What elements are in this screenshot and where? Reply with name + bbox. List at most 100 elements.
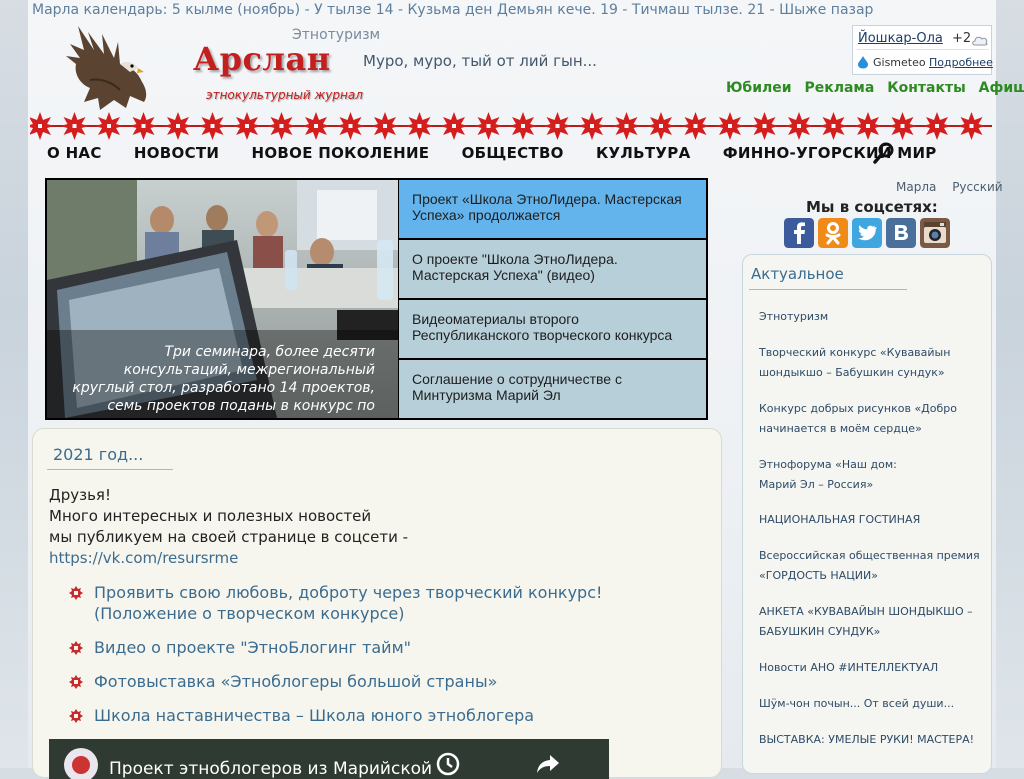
video-title: Проект этноблогеров из Марийской [109,759,433,779]
ornament-motif-center [383,124,387,128]
ornament-bullet-icon [69,675,83,689]
ornament-motif-center [555,124,560,128]
nav-finno-ugric[interactable]: ФИННО-УГОРСКИЙ МИР [723,144,937,162]
eagle-logo-icon[interactable] [60,20,152,114]
news-panel: 2021 год... Друзья! Много интересных и п… [32,428,722,779]
ornament-motif-center [797,124,801,128]
news-title[interactable]: 2021 год... [53,445,143,464]
actual-item[interactable]: Этнофорума «Наш дом: Марий Эл – Россия» [759,455,919,495]
slider-list: Проект «Школа ЭтноЛидера. Мастерская Усп… [398,180,706,418]
actual-item[interactable]: НАЦИОНАЛЬНАЯ ГОСТИНАЯ [759,510,985,530]
ornament-divider [30,112,992,140]
news-link[interactable]: (Положение о творческом конкурсе) [94,603,654,624]
top-links: Юбилеи Реклама Контакты Афиша [726,80,1024,96]
slider-item[interactable]: Проект «Школа ЭтноЛидера. Мастерская Усп… [398,180,706,239]
ornament-motif-center [348,124,353,128]
title-underline [749,289,907,290]
language-switch: Марла Русский [896,180,1015,194]
logo-subtitle: этнокультурный журнал [206,88,363,102]
slider-item[interactable]: О проекте "Школа ЭтноЛидера. Мастерская … [398,240,706,299]
title-underline [47,469,173,470]
news-intro-line: мы публикуем на своей странице в соцсети… [49,528,409,546]
news-link[interactable]: Видео о проекте "ЭтноБлогинг тайм" [94,637,654,658]
actual-item[interactable]: Новости АНО #ИНТЕЛЛЕКТУАЛ [759,658,985,678]
gismeteo-row: Gismeteo Подробнее [857,54,993,72]
ornament-motif-center [866,124,870,128]
ornament-bullet-icon [69,586,83,600]
actual-item[interactable]: АНКЕТА «КУВАВАЙЫН ШОНДЫКШО – БАБУШКИН СУ… [759,602,985,642]
slider-item[interactable]: Соглашение о сотрудничестве с Минтуризма… [398,360,706,418]
ornament-motif-center [314,124,318,128]
lang-mari[interactable]: Марла [896,180,936,194]
news-link[interactable]: Школа наставничества – Школа юного этноб… [94,705,654,726]
top-link-poster[interactable]: Афиша [979,80,1024,96]
section-label: Этнотуризм [292,27,381,43]
weather-widget: Йошкар-Ола +2 Gismeteo Подробнее [852,25,993,75]
nav-news[interactable]: НОВОСТИ [134,144,219,162]
ornament-motif-center [693,124,698,128]
actual-panel: Актуальное Этнотуризм Творческий конкурс… [742,254,992,774]
ornament-motif-center [728,124,732,128]
ornament-motif-center [935,124,939,128]
news-intro-line: Много интересных и полезных новостей [49,507,372,525]
calendar-ticker[interactable]: Марла календарь: 5 кылме (ноябрь) - У ты… [32,2,972,18]
actual-item[interactable]: ВЫСТАВКА: УМЕЛЫЕ РУКИ! МАСТЕРА! [759,730,985,750]
social-title: Мы в соцсетях: [806,198,938,216]
facebook-icon[interactable] [784,218,814,248]
slider-caption: Три семинара, более десяти консультаций,… [72,344,375,414]
logo-title[interactable]: Арслан [193,40,331,78]
ornament-motif-center [176,124,180,128]
ornament-motif-center [210,124,215,128]
actual-item[interactable]: Всероссийская общественная премия «ГОРДО… [759,546,985,586]
embedded-video[interactable]: Проект этноблогеров из Марийской [49,739,609,779]
nav-new-generation[interactable]: НОВОЕ ПОКОЛЕНИЕ [252,144,430,162]
actual-item[interactable]: Творческий конкурс «Кувавайын шондыкшо –… [759,343,985,383]
ornament-motif-center [38,124,42,128]
news-intro-line: Друзья! [49,486,111,504]
weather-temperature: +2 [952,31,972,46]
weather-row: Йошкар-Ола +2 [857,30,989,50]
ornament-bullet-icon [69,641,83,655]
nav-about[interactable]: О НАС [47,144,102,162]
channel-avatar-icon [64,748,98,779]
lang-russian[interactable]: Русский [952,180,1002,194]
nav-society[interactable]: ОБЩЕСТВО [462,144,564,162]
actual-item[interactable]: Конкурс добрых рисунков «Добро начинаетс… [759,399,985,439]
actual-title: Актуальное [751,265,844,283]
top-link-contacts[interactable]: Контакты [887,80,966,96]
share-icon[interactable] [535,751,561,777]
clock-icon[interactable] [435,751,461,777]
nav-culture[interactable]: КУЛЬТУРА [596,144,691,162]
ornament-motif-center [969,124,974,128]
ornament-motif-center [245,124,249,128]
ornament-motif-center [107,124,111,128]
news-link[interactable]: Фотовыставка «Этноблогеры большой страны… [94,671,654,692]
ornament-motif-center [624,124,629,128]
search-icon[interactable] [872,141,896,165]
instagram-icon[interactable] [920,218,950,248]
news-link[interactable]: Проявить свою любовь, доброту через твор… [94,582,654,603]
vkontakte-icon[interactable] [886,218,916,248]
ornament-motif-center [590,124,594,128]
ornament-motif-center [279,124,284,128]
odnoklassniki-icon[interactable] [818,218,848,248]
slogan: Муро, муро, тый от лий гын... [363,52,597,70]
twitter-icon[interactable] [852,218,882,248]
slider-item[interactable]: Видеоматериалы второго Республиканского … [398,300,706,359]
ornament-motif-center [521,124,525,128]
actual-item[interactable]: Этнотуризм [759,307,985,327]
ornament-motif-center [417,124,422,128]
ornament-bullet-icon [69,709,83,723]
weather-details-link[interactable]: Подробнее [929,56,993,69]
gismeteo-label[interactable]: Gismeteo [873,56,926,69]
ornament-motif-center [452,124,456,128]
ornament-motif-center [900,124,905,128]
vk-link[interactable]: https://vk.com/resursrme [49,548,408,569]
actual-item[interactable]: Шӱм-чон почын... От всей души... [759,694,985,714]
top-link-jubilees[interactable]: Юбилеи [726,80,792,96]
featured-slider: Три семинара, более десяти консультаций,… [45,178,708,420]
top-link-advertising[interactable]: Реклама [804,80,874,96]
weather-city-link[interactable]: Йошкар-Ола [858,31,943,46]
main-navigation: О НАС НОВОСТИ НОВОЕ ПОКОЛЕНИЕ ОБЩЕСТВО К… [47,144,964,162]
ornament-motif-center [762,124,767,128]
